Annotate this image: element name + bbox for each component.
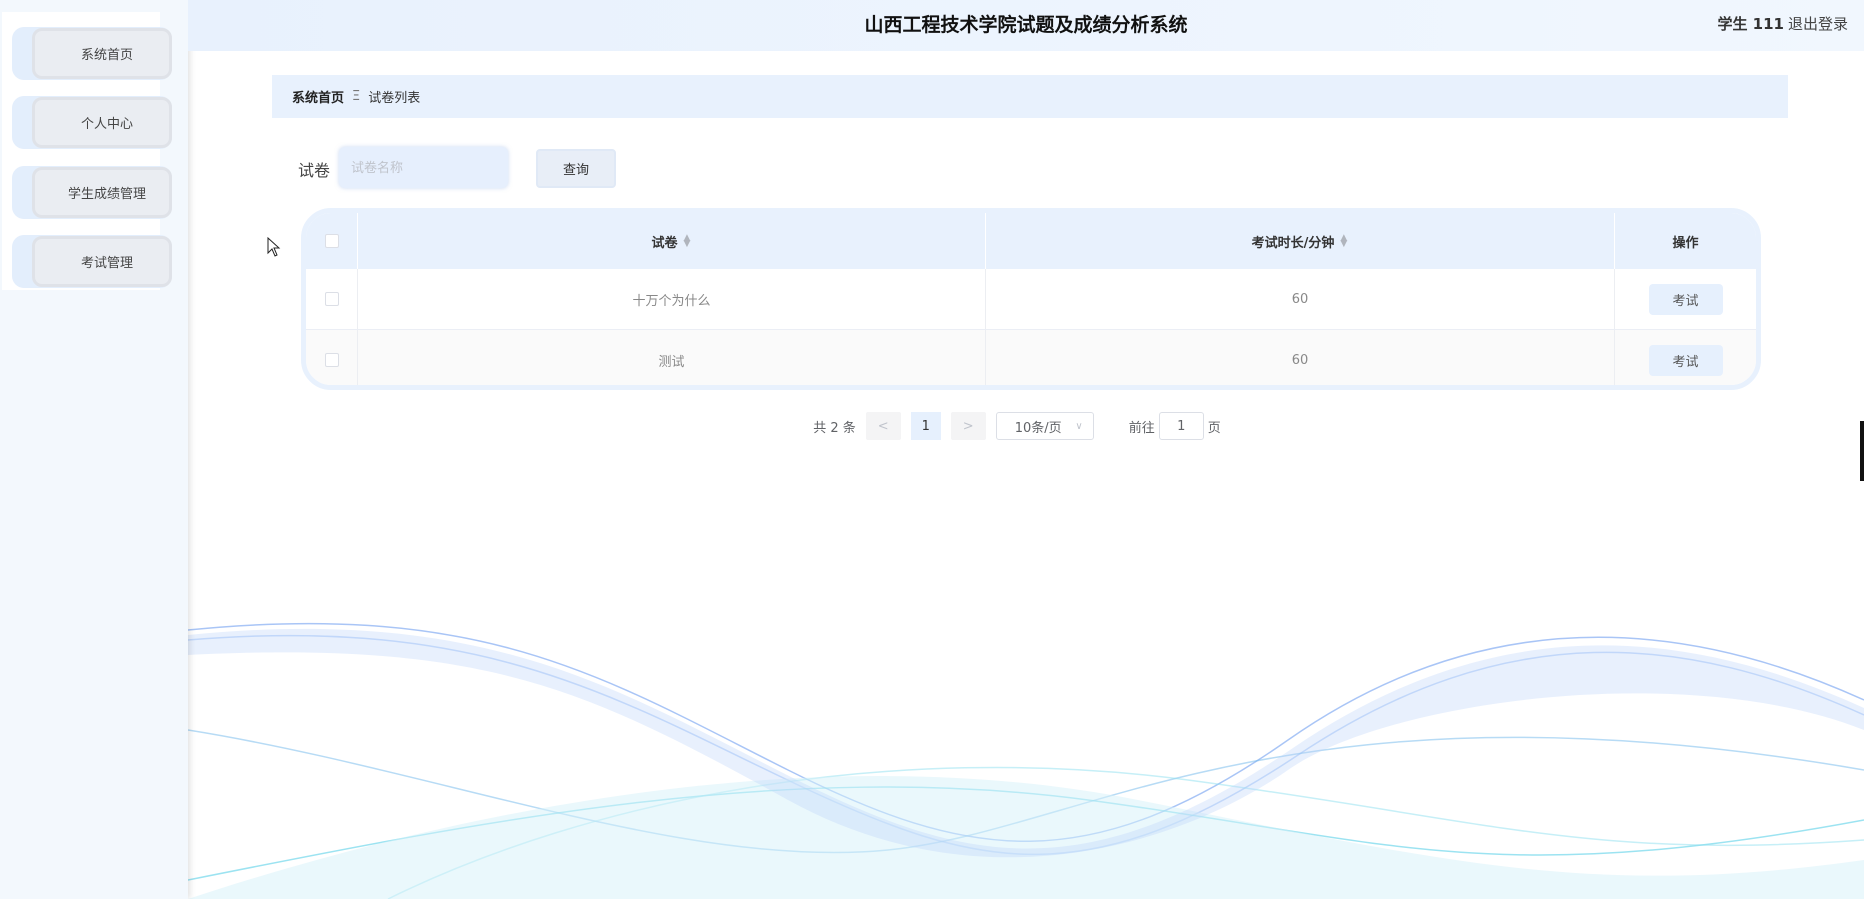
column-header-action: 操作 bbox=[1672, 235, 1699, 251]
paper-table: 试卷 ▲ ▼ 考试时长/分钟 ▲ ▼ 操作 十万个为什么 60 考试 测试 60 考试 bbox=[301, 208, 1761, 390]
row-checkbox[interactable] bbox=[324, 292, 339, 306]
header: 山西工程技术学院试题及成绩分析系统 学生 111 退出登录 bbox=[188, 0, 1864, 51]
mouse-cursor-icon bbox=[267, 237, 281, 257]
table-row: 测试 60 考试 bbox=[306, 330, 1756, 385]
page-1-button[interactable]: 1 bbox=[910, 412, 941, 440]
exam-button[interactable]: 考试 bbox=[1648, 283, 1723, 315]
breadcrumb-current: 试卷列表 bbox=[368, 91, 421, 106]
paper-name: 测试 bbox=[358, 330, 986, 385]
wave-background bbox=[188, 622, 1864, 899]
table-row: 十万个为什么 60 考试 bbox=[306, 269, 1756, 330]
total-count: 共 2 条 bbox=[813, 420, 856, 436]
user-name: 学生 111 bbox=[1717, 15, 1784, 33]
page-size-value: 10条/页 bbox=[1014, 420, 1062, 436]
row-checkbox[interactable] bbox=[324, 353, 339, 367]
search-label: 试卷 bbox=[298, 161, 331, 180]
pagination: 共 2 条 < 1 > 10条/页 ∨ 前往 1 页 bbox=[0, 412, 1864, 440]
sidebar-item-scores[interactable]: 学生成绩管理 bbox=[12, 166, 172, 219]
sidebar-item-exams[interactable]: 考试管理 bbox=[12, 235, 172, 288]
column-label: 考试时长/分钟 bbox=[1251, 235, 1335, 251]
sidebar: 系统首页 个人中心 学生成绩管理 考试管理 bbox=[0, 0, 188, 899]
duration: 60 bbox=[986, 269, 1615, 329]
wave-fill bbox=[188, 776, 1864, 899]
app-title: 山西工程技术学院试题及成绩分析系统 bbox=[864, 14, 1188, 36]
goto-label: 前往 bbox=[1128, 420, 1155, 436]
breadcrumb-separator-icon: Ξ bbox=[352, 89, 361, 104]
scrollbar[interactable] bbox=[1860, 421, 1864, 481]
sidebar-item-label: 个人中心 bbox=[32, 97, 172, 148]
select-all-checkbox[interactable] bbox=[324, 234, 339, 248]
sidebar-item-home[interactable]: 系统首页 bbox=[12, 27, 172, 80]
breadcrumb-home[interactable]: 系统首页 bbox=[292, 87, 344, 106]
paper-name: 十万个为什么 bbox=[358, 269, 986, 329]
paper-name-input[interactable] bbox=[339, 147, 508, 188]
sort-icon[interactable]: ▲ ▼ bbox=[1340, 234, 1348, 249]
column-header-paper[interactable]: 试卷 ▲ ▼ bbox=[358, 213, 986, 269]
search-button[interactable]: 查询 bbox=[536, 149, 616, 188]
page-size-select[interactable]: 10条/页 ∨ bbox=[995, 412, 1094, 440]
sort-icon[interactable]: ▲ ▼ bbox=[684, 234, 692, 249]
exam-button[interactable]: 考试 bbox=[1648, 344, 1723, 376]
duration: 60 bbox=[986, 330, 1615, 385]
sidebar-item-label: 考试管理 bbox=[32, 236, 172, 287]
column-label: 试卷 bbox=[651, 235, 678, 251]
page-suffix: 页 bbox=[1207, 420, 1221, 436]
chevron-down-icon: ∨ bbox=[1075, 420, 1083, 432]
table-header: 试卷 ▲ ▼ 考试时长/分钟 ▲ ▼ 操作 bbox=[306, 213, 1756, 269]
breadcrumb: 系统首页 Ξ 试卷列表 bbox=[272, 75, 1788, 118]
sidebar-item-profile[interactable]: 个人中心 bbox=[12, 96, 172, 149]
logout-link[interactable]: 退出登录 bbox=[1788, 13, 1848, 34]
column-header-duration[interactable]: 考试时长/分钟 ▲ ▼ bbox=[986, 213, 1615, 269]
sidebar-item-label: 系统首页 bbox=[32, 28, 172, 79]
goto-page-input[interactable]: 1 bbox=[1158, 412, 1204, 440]
prev-page-button[interactable]: < bbox=[865, 412, 901, 440]
next-page-button[interactable]: > bbox=[950, 412, 986, 440]
sidebar-item-label: 学生成绩管理 bbox=[32, 167, 172, 218]
